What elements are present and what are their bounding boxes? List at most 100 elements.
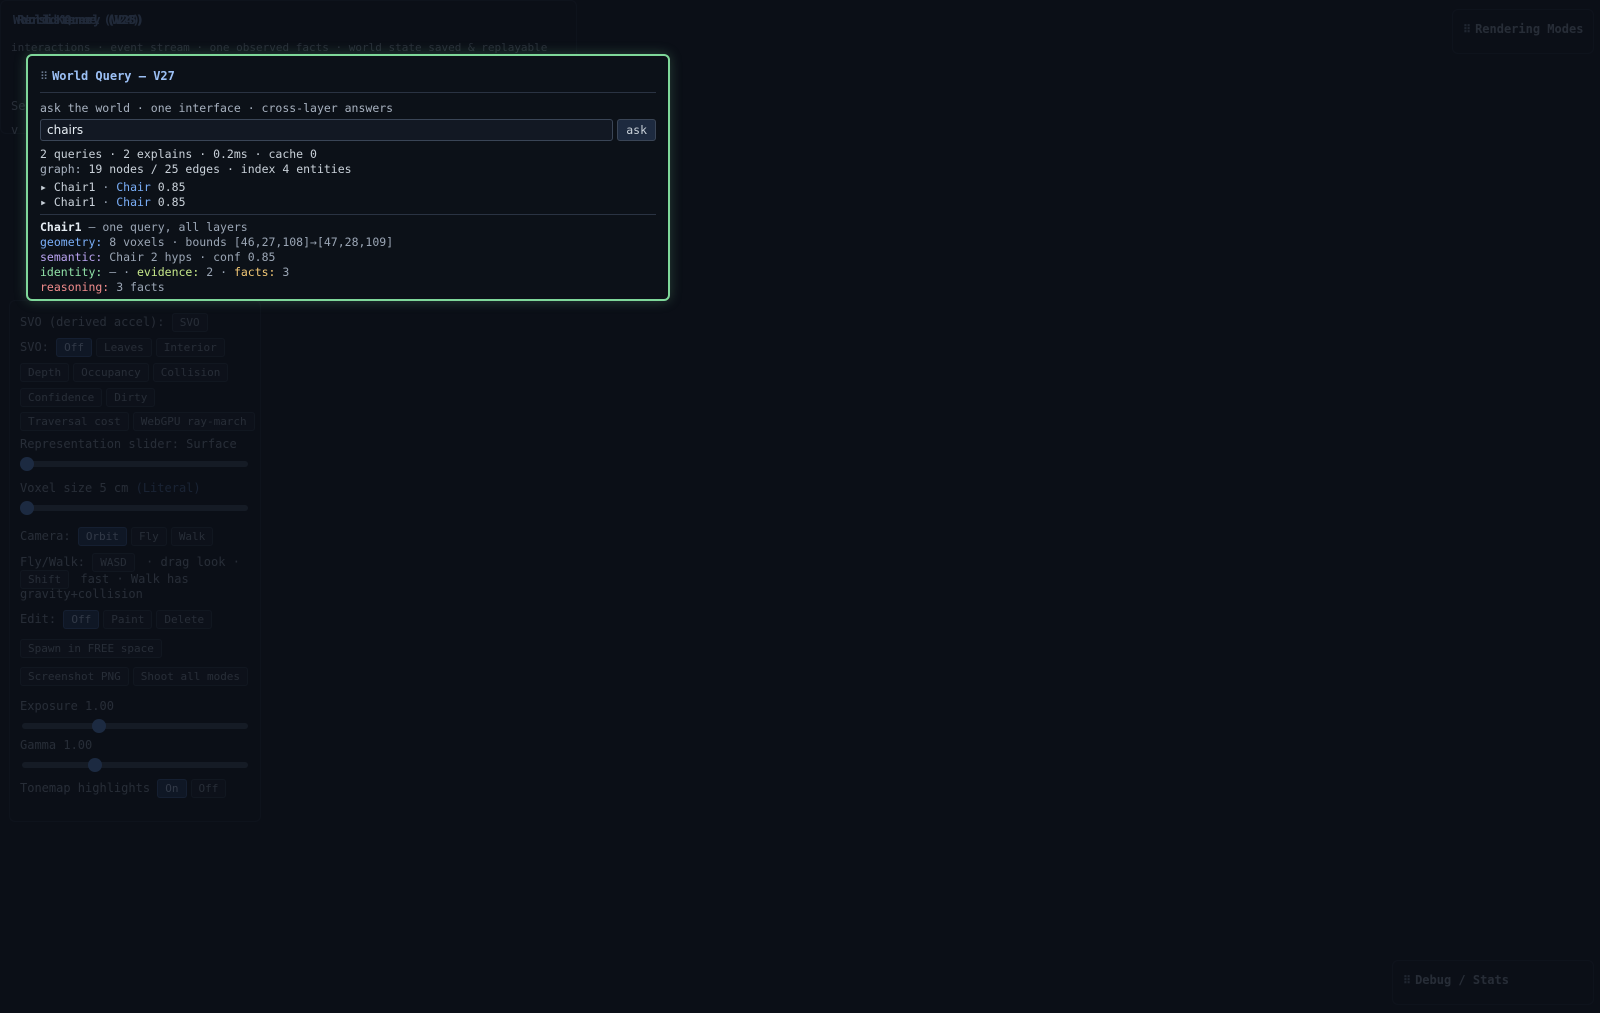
world-query-panel: ⠿ World Query — V27 ask the world · one … — [26, 54, 670, 301]
gamma-slider[interactable] — [22, 758, 248, 772]
flywalk-text: fast · Walk has — [80, 572, 189, 586]
edit-label: Edit: — [20, 612, 57, 626]
svo-mode-row: SVO: Off Leaves Interior — [20, 338, 229, 357]
svo-label: SVO (derived accel): — [20, 315, 165, 329]
slider-knob[interactable] — [91, 719, 106, 733]
svo-mode-row-3: Confidence Dirty — [20, 388, 159, 407]
rendering-modes-panel[interactable]: ⠿ Rendering Modes — [1452, 9, 1594, 54]
query-input[interactable] — [40, 119, 614, 141]
shoot-all-button[interactable]: Shoot all modes — [132, 667, 249, 686]
identity-key: identity: — [40, 265, 103, 279]
voxel-size-slider[interactable] — [20, 501, 248, 515]
geometry-line: geometry: 8 voxels · bounds [46,27,108]→… — [40, 235, 656, 250]
camera-label: Camera: — [20, 529, 71, 543]
panel-subtitle: ask the world · one interface · cross-la… — [40, 101, 394, 115]
debug-stats-panel[interactable]: ⠿ Debug / Stats — [1392, 960, 1594, 1005]
gamma-label: Gamma 1.00 — [20, 738, 93, 752]
tonemap-on[interactable]: On — [157, 779, 187, 798]
svo-mode-collision[interactable]: Collision — [152, 363, 229, 382]
slider-knob[interactable] — [20, 457, 34, 471]
svo-mode-row-4: Traversal cost WebGPU ray-march — [20, 412, 259, 431]
graph-value: 19 nodes / 25 edges · index 4 entities — [88, 162, 352, 176]
bg-left-label-2: v — [11, 123, 19, 137]
flywalk-help-3: gravity+collision — [20, 587, 143, 601]
controls-panel: SVO (derived accel): SVO SVO: Off Leaves I… — [9, 300, 261, 822]
query-stats: 2 queries · 2 explains · 0.2ms · cache 0 — [40, 147, 317, 161]
camera-mode-fly[interactable]: Fly — [130, 527, 167, 546]
list-item[interactable]: ▸ Chair1 · Chair 0.85 — [40, 195, 656, 210]
facts-value: 3 — [282, 265, 290, 279]
debug-stats-title[interactable]: ⠿ Debug / Stats — [1403, 973, 1509, 987]
reasoning-line: reasoning: 3 facts — [40, 280, 656, 295]
entity-name: Chair1 — [40, 220, 82, 234]
svo-mode-occupancy[interactable]: Occupancy — [73, 363, 149, 382]
edit-mode-delete[interactable]: Delete — [156, 610, 213, 629]
tonemap-label: Tonemap highlights — [20, 781, 151, 795]
semantic-value: Chair 2 hyps · conf 0.85 — [109, 250, 276, 264]
graph-key: graph: — [40, 162, 82, 176]
geometry-value: 8 voxels · bounds [46,27,108]→[47,28,109… — [109, 235, 394, 249]
exposure-slider[interactable] — [22, 719, 248, 733]
svo-mode-off[interactable]: Off — [56, 338, 93, 357]
drag-handle-icon[interactable]: ⠿ — [40, 70, 48, 83]
rendering-modes-title[interactable]: ⠿ Rendering Modes — [1463, 22, 1583, 36]
result-score: 0.85 — [157, 180, 186, 194]
tonemap-off[interactable]: Off — [190, 779, 227, 798]
drag-handle-icon[interactable]: ⠿ — [1403, 974, 1411, 987]
svo-mode-depth[interactable]: Depth — [20, 363, 70, 382]
svo-mode-dirty[interactable]: Dirty — [106, 388, 156, 407]
edit-mode-paint[interactable]: Paint — [103, 610, 153, 629]
representation-slider-label: Representation slider: Surface — [20, 437, 237, 451]
slider-knob[interactable] — [87, 758, 102, 772]
slider-knob[interactable] — [20, 501, 34, 515]
result-score: 0.85 — [157, 195, 186, 209]
facts-key: facts: — [233, 265, 276, 279]
drag-handle-icon[interactable]: ⠿ — [1463, 23, 1471, 36]
geometry-key: geometry: — [40, 235, 103, 249]
svo-mode-traversal-cost[interactable]: Traversal cost — [20, 412, 129, 431]
voxel-size-mode: (Literal) — [135, 481, 201, 495]
debug-stats-label: Debug / Stats — [1415, 973, 1509, 987]
entity-detail: Chair1 — one query, all layers geometry:… — [40, 220, 656, 295]
result-name: Chair1 — [53, 180, 96, 194]
bg-panel-title-3: World Query (V25) — [21, 13, 144, 27]
bg-left-label-1: Se — [11, 99, 26, 113]
tonemap-row: Tonemap highlights On Off — [20, 779, 230, 798]
result-name: Chair1 — [53, 195, 96, 209]
evidence-value: 2 · — [206, 265, 227, 279]
representation-slider[interactable] — [20, 457, 248, 471]
result-sep: · — [102, 180, 110, 194]
semantic-key: semantic: — [40, 250, 103, 264]
camera-mode-walk[interactable]: Walk — [170, 527, 214, 546]
identity-line: identity: — · evidence: 2 · facts: 3 — [40, 265, 656, 280]
svo-mode-leaves[interactable]: Leaves — [96, 338, 152, 357]
rendering-modes-label: Rendering Modes — [1475, 22, 1584, 36]
chevron-right-icon: ▸ — [40, 180, 47, 194]
spawn-row: Spawn in FREE space — [20, 639, 166, 658]
voxel-size-label: Voxel size 5 cm — [20, 481, 129, 495]
reasoning-value: 3 facts — [116, 280, 165, 294]
edit-row: Edit: Off Paint Delete — [20, 610, 216, 629]
chevron-right-icon: ▸ — [40, 195, 47, 209]
ask-button[interactable]: ask — [617, 119, 656, 141]
svo-mode-label: SVO: — [20, 340, 49, 354]
svo-mode-interior[interactable]: Interior — [155, 338, 225, 357]
result-type: Chair — [116, 180, 151, 194]
svo-mode-confidence[interactable]: Confidence — [20, 388, 103, 407]
camera-mode-orbit[interactable]: Orbit — [77, 527, 127, 546]
svo-mode-webgpu[interactable]: WebGPU ray-march — [132, 412, 255, 431]
svo-button[interactable]: SVO — [171, 313, 208, 332]
results-list: ▸ Chair1 · Chair 0.85 ▸ Chair1 · Chair 0… — [40, 180, 656, 210]
svo-mode-row-2: Depth Occupancy Collision — [20, 363, 232, 382]
reasoning-key: reasoning: — [40, 280, 110, 294]
list-item[interactable]: ▸ Chair1 · Chair 0.85 — [40, 180, 656, 195]
evidence-key: evidence: — [136, 265, 200, 279]
bg-panel-subtitle: interactions · event stream · one observ… — [11, 41, 548, 54]
camera-row: Camera: Orbit Fly Walk — [20, 527, 217, 546]
screenshot-button[interactable]: Screenshot PNG — [20, 667, 129, 686]
world-query-header[interactable]: ⠿ World Query — V27 — [40, 60, 656, 93]
identity-value: — · — [109, 265, 131, 279]
spawn-button[interactable]: Spawn in FREE space — [20, 639, 162, 658]
exposure-label: Exposure 1.00 — [20, 699, 114, 713]
edit-mode-off[interactable]: Off — [63, 610, 100, 629]
